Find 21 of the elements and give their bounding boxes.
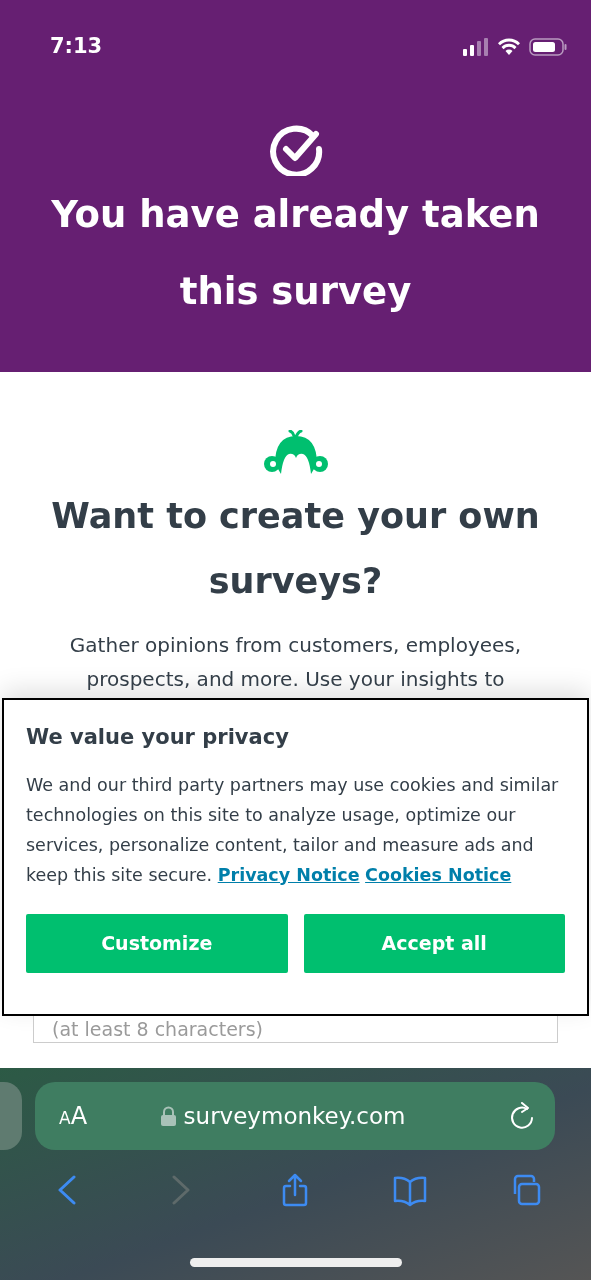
signal-icon	[463, 38, 489, 56]
promo-text: prospects, and more. Use your insights to	[85, 666, 506, 693]
lock-icon	[160, 1106, 176, 1126]
url-text: surveymonkey.com	[183, 1101, 406, 1131]
promo-text: Gather opinions from customers, employees,	[68, 632, 523, 659]
status-time: 7:13	[50, 33, 103, 61]
address-bar[interactable]: AA surveymonkey.com	[35, 1082, 555, 1150]
banner-text: We and our third party partners may use cookies and similar technologies on this site to analyze usage, optimize our services, personalize content, tailor and measure ads and keep this site secure. Privacy Notice Cookies Notice	[26, 773, 560, 887]
notice-link[interactable]: Cookies Notice	[365, 864, 512, 885]
tab-preview[interactable]	[0, 1082, 22, 1150]
battery-icon	[529, 38, 567, 56]
password-field[interactable]: (at least 8 characters)	[33, 1016, 558, 1043]
promo-heading: Want to create your own surveys?	[50, 495, 541, 603]
notice-link[interactable]: Privacy Notice	[217, 864, 360, 885]
page-title: You have already taken this survey	[50, 192, 541, 315]
text-size-button[interactable]: AA	[59, 1098, 88, 1134]
reload-icon[interactable]	[509, 1102, 535, 1130]
wifi-icon	[497, 38, 521, 56]
customize-button[interactable]: Customize	[26, 913, 288, 973]
accept-button[interactable]: Accept all	[303, 913, 565, 973]
banner-title: We value your privacy	[26, 724, 290, 751]
